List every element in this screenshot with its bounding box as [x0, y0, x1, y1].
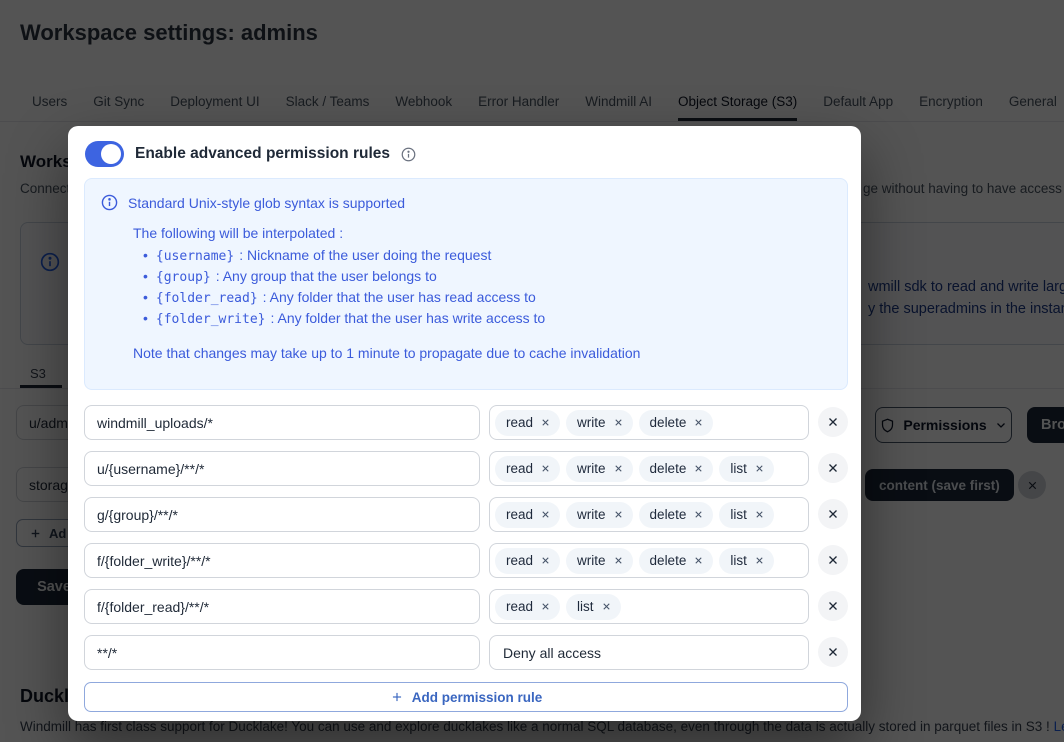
- permission-tag[interactable]: read: [495, 455, 561, 482]
- enable-rules-toggle[interactable]: [85, 141, 124, 167]
- tag-remove-icon[interactable]: [540, 601, 551, 612]
- rule-remove-button[interactable]: [818, 591, 848, 621]
- tag-remove-icon[interactable]: [693, 509, 704, 520]
- tag-remove-icon[interactable]: [613, 509, 624, 520]
- close-icon: [829, 418, 837, 426]
- permission-tag[interactable]: write: [566, 501, 633, 528]
- interpolation-item: {group} : Any group that the user belong…: [133, 268, 831, 286]
- permission-tag[interactable]: delete: [638, 455, 714, 482]
- rule-perms-box[interactable]: read write delete list: [489, 543, 809, 578]
- permission-tag[interactable]: write: [566, 455, 633, 482]
- permission-rule-row: Deny all access: [68, 635, 861, 670]
- advanced-permission-rules-modal: Enable advanced permission rules Standar…: [68, 126, 861, 721]
- rule-perms-box[interactable]: read write delete list: [489, 451, 809, 486]
- rule-remove-button[interactable]: [818, 637, 848, 667]
- rule-path-input[interactable]: [84, 451, 480, 486]
- tag-remove-icon[interactable]: [754, 509, 765, 520]
- close-icon: [829, 648, 837, 656]
- cache-note: Note that changes may take up to 1 minut…: [133, 345, 641, 361]
- permission-tag[interactable]: read: [495, 501, 561, 528]
- plus-icon: [392, 692, 401, 702]
- permission-tag[interactable]: list: [566, 593, 621, 620]
- tag-remove-icon[interactable]: [693, 463, 704, 474]
- close-icon: [829, 602, 837, 610]
- tag-remove-icon[interactable]: [540, 555, 551, 566]
- rule-perms-box[interactable]: read write delete list: [489, 497, 809, 532]
- permission-rule-row: read list: [68, 589, 861, 624]
- tag-remove-icon[interactable]: [754, 463, 765, 474]
- rule-path-input[interactable]: [84, 543, 480, 578]
- interpolation-item: {folder_read} : Any folder that the user…: [133, 289, 831, 307]
- permission-rule-row: read write delete list: [68, 543, 861, 578]
- rule-perms-box[interactable]: Deny all access: [489, 635, 809, 670]
- rule-remove-button[interactable]: [818, 453, 848, 483]
- permission-tag[interactable]: read: [495, 547, 561, 574]
- rule-path-input[interactable]: [84, 635, 480, 670]
- rule-path-input[interactable]: [84, 497, 480, 532]
- rule-remove-button[interactable]: [818, 499, 848, 529]
- add-permission-rule-button[interactable]: Add permission rule: [84, 682, 848, 712]
- rule-perms-box[interactable]: read list: [489, 589, 809, 624]
- tag-remove-icon[interactable]: [613, 417, 624, 428]
- close-icon: [829, 464, 837, 472]
- tag-remove-icon[interactable]: [540, 417, 551, 428]
- permission-tag[interactable]: read: [495, 593, 561, 620]
- tag-remove-icon[interactable]: [540, 509, 551, 520]
- permission-tag[interactable]: write: [566, 547, 633, 574]
- rule-remove-button[interactable]: [818, 545, 848, 575]
- permission-tag[interactable]: delete: [638, 409, 714, 436]
- tag-remove-icon[interactable]: [601, 601, 612, 612]
- permission-tag[interactable]: list: [719, 547, 774, 574]
- enable-rules-row: Enable advanced permission rules: [85, 141, 416, 167]
- close-icon: [829, 510, 837, 518]
- permission-rule-row: read write delete: [68, 405, 861, 440]
- deny-all-access-label: Deny all access: [503, 644, 602, 661]
- tag-remove-icon[interactable]: [693, 555, 704, 566]
- permission-tag[interactable]: delete: [638, 547, 714, 574]
- rule-path-input[interactable]: [84, 589, 480, 624]
- rule-path-input[interactable]: [84, 405, 480, 440]
- tag-remove-icon[interactable]: [693, 417, 704, 428]
- permission-rule-row: read write delete list: [68, 497, 861, 532]
- infobox-intro: The following will be interpolated :: [133, 225, 344, 241]
- tag-remove-icon[interactable]: [754, 555, 765, 566]
- close-icon: [829, 556, 837, 564]
- info-icon[interactable]: [401, 147, 416, 162]
- glob-syntax-infobox: Standard Unix-style glob syntax is suppo…: [84, 178, 848, 390]
- tag-remove-icon[interactable]: [613, 463, 624, 474]
- tag-remove-icon[interactable]: [540, 463, 551, 474]
- interpolation-item: {username} : Nickname of the user doing …: [133, 247, 831, 265]
- interpolation-item: {folder_write} : Any folder that the use…: [133, 310, 831, 328]
- permission-tag[interactable]: list: [719, 455, 774, 482]
- add-permission-rule-label: Add permission rule: [411, 689, 543, 705]
- enable-rules-label: Enable advanced permission rules: [135, 145, 390, 162]
- rule-perms-box[interactable]: read write delete: [489, 405, 809, 440]
- permission-tag[interactable]: list: [719, 501, 774, 528]
- rule-remove-button[interactable]: [818, 407, 848, 437]
- permission-rule-row: read write delete list: [68, 451, 861, 486]
- permission-tag[interactable]: read: [495, 409, 561, 436]
- permission-tag[interactable]: delete: [638, 501, 714, 528]
- info-icon: [101, 194, 118, 211]
- infobox-title: Standard Unix-style glob syntax is suppo…: [128, 194, 406, 211]
- permission-tag[interactable]: write: [566, 409, 633, 436]
- toggle-knob: [101, 144, 121, 164]
- tag-remove-icon[interactable]: [613, 555, 624, 566]
